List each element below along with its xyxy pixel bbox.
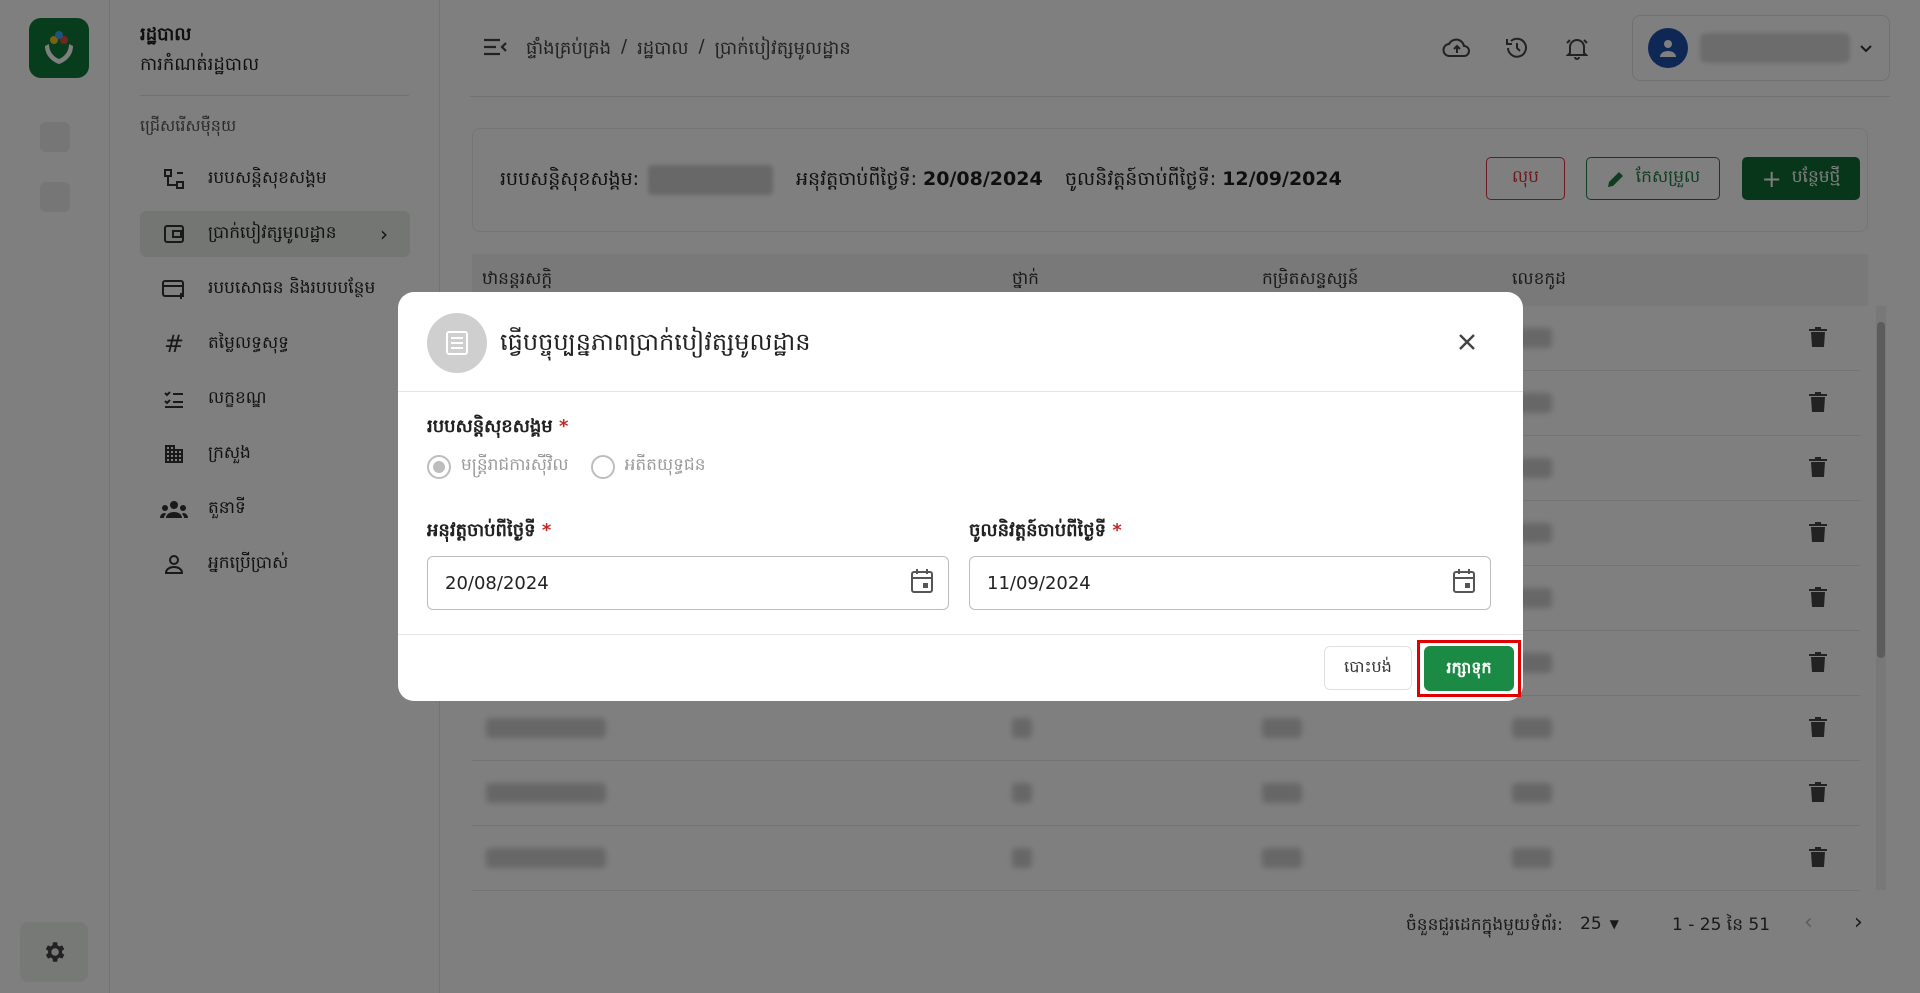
effective-date-value: 11/09/2024 [987,572,1091,594]
scheme-field-label: របបសន្តិសុខសង្គម * [427,414,568,441]
approved-date-value: 20/08/2024 [445,572,549,594]
radio-veteran[interactable] [590,454,615,479]
effective-date-label-text: ចូលនិវត្តន៍ចាប់ពីថ្ងៃទី [969,520,1107,541]
required-mark: * [558,416,569,437]
effective-date-label: ចូលនិវត្តន៍ចាប់ពីថ្ងៃទី * [969,518,1122,545]
calendar-icon[interactable] [1452,568,1476,598]
document-list-icon [427,313,487,373]
approved-date-label-text: អនុវត្តចាប់ពីថ្ងៃទី [427,520,536,541]
radio-civil-servant-label: មន្ត្រីរាជការស៊ីវិល [461,455,569,475]
radio-selected-dot [433,460,445,473]
cancel-button[interactable]: បោះបង់ [1324,646,1412,690]
radio-civil-servant[interactable] [427,454,451,479]
close-icon[interactable] [1450,325,1484,359]
calendar-icon[interactable] [910,568,934,598]
radio-veteran-label: អតីតយុទ្ធជន [624,455,706,475]
update-salary-dialog: ធ្វើបច្ចុប្បន្នភាពប្រាក់បៀវត្សមូលដ្ឋាន រ… [398,292,1523,701]
approved-date-input[interactable]: 20/08/2024 [427,556,949,610]
required-mark: * [1112,520,1122,541]
scheme-radio-group: មន្ត្រីរាជការស៊ីវិល អតីតយុទ្ធជន [427,454,706,479]
dialog-header: ធ្វើបច្ចុប្បន្នភាពប្រាក់បៀវត្សមូលដ្ឋាន [398,292,1523,392]
effective-date-input[interactable]: 11/09/2024 [969,556,1491,610]
dialog-title: ធ្វើបច្ចុប្បន្នភាពប្រាក់បៀវត្សមូលដ្ឋាន [500,328,811,356]
required-mark: * [541,520,552,541]
approved-date-label: អនុវត្តចាប់ពីថ្ងៃទី * [427,518,551,545]
save-button[interactable]: រក្សាទុក [1424,646,1514,691]
scheme-field-label-text: របបសន្តិសុខសង្គម [427,416,553,437]
